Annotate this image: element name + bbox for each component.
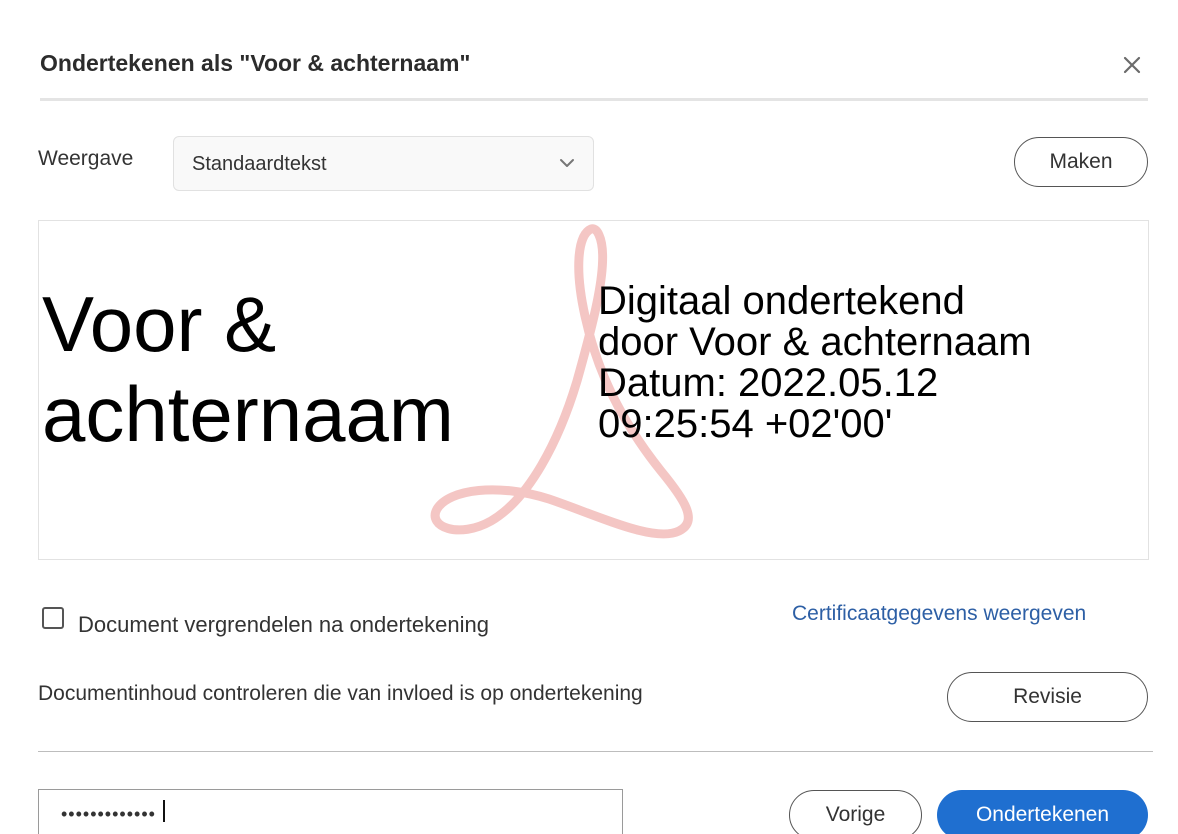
back-button[interactable]: Vorige (789, 790, 922, 834)
signature-name-line: Voor & (42, 280, 277, 368)
lock-document-checkbox[interactable] (42, 607, 64, 629)
title-divider (40, 98, 1148, 101)
review-content-label: Documentinhoud controleren die van invlo… (38, 682, 643, 705)
signature-detail-line: 09:25:54 +02'00' (598, 402, 893, 446)
appearance-selected-value: Standaardtekst (192, 153, 327, 175)
text-caret (163, 800, 165, 822)
sign-button[interactable]: Ondertekenen (937, 790, 1148, 834)
close-button[interactable] (1112, 48, 1152, 82)
signature-details: Digitaal ondertekend door Voor & achtern… (598, 281, 1032, 445)
signature-detail-line: Datum: 2022.05.12 (598, 361, 939, 405)
appearance-label: Weergave (38, 147, 134, 170)
certificate-details-link[interactable]: Certificaatgegevens weergeven (792, 602, 1086, 626)
close-icon (1123, 56, 1141, 74)
signature-detail-line: door Voor & achternaam (598, 320, 1032, 364)
lock-document-option[interactable]: Document vergrendelen na ondertekening (42, 602, 489, 638)
password-input[interactable] (38, 789, 623, 834)
chevron-down-icon (560, 159, 574, 167)
dialog-title: Ondertekenen als "Voor & achternaam" (40, 50, 471, 76)
footer-divider (38, 751, 1153, 752)
signature-name: Voor & achternaam (42, 279, 454, 459)
lock-document-label: Document vergrendelen na ondertekening (78, 612, 489, 637)
signature-preview: Voor & achternaam Digitaal ondertekend d… (38, 220, 1149, 560)
signature-detail-line: Digitaal ondertekend (598, 279, 965, 323)
appearance-dropdown[interactable]: Standaardtekst (173, 136, 594, 191)
sign-dialog: Ondertekenen als "Voor & achternaam" Wee… (0, 0, 1178, 834)
review-button[interactable]: Revisie (947, 672, 1148, 722)
signature-name-line: achternaam (42, 370, 454, 458)
create-appearance-button[interactable]: Maken (1014, 137, 1148, 187)
